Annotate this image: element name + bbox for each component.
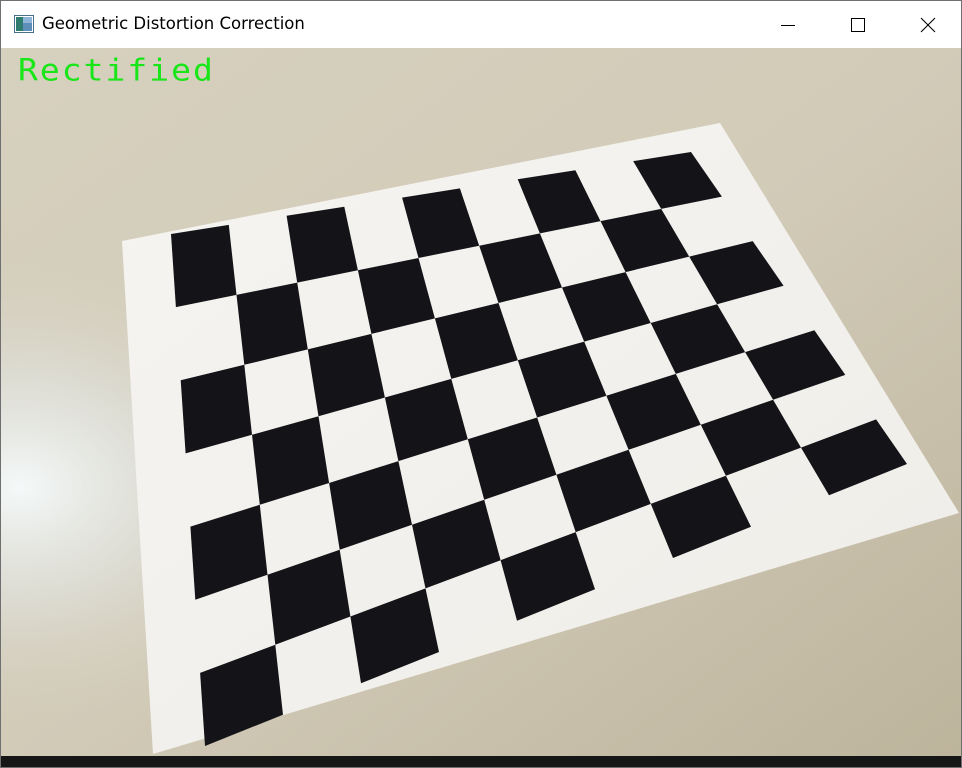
app-window: Geometric Distortion Correction Rectifie… bbox=[0, 0, 962, 768]
rectified-image bbox=[1, 48, 961, 756]
maximize-button[interactable] bbox=[823, 1, 893, 48]
maximize-icon bbox=[851, 17, 865, 32]
close-icon bbox=[920, 17, 936, 32]
app-icon bbox=[14, 15, 34, 33]
bottom-strip bbox=[1, 756, 961, 767]
minimize-button[interactable] bbox=[753, 1, 823, 48]
minimize-icon bbox=[781, 24, 795, 26]
window-title: Geometric Distortion Correction bbox=[42, 14, 305, 33]
image-viewport bbox=[1, 48, 961, 756]
checker-square bbox=[171, 224, 237, 308]
close-button[interactable] bbox=[893, 1, 961, 48]
status-overlay-label: Rectified bbox=[18, 52, 215, 88]
title-bar[interactable]: Geometric Distortion Correction bbox=[1, 1, 961, 48]
